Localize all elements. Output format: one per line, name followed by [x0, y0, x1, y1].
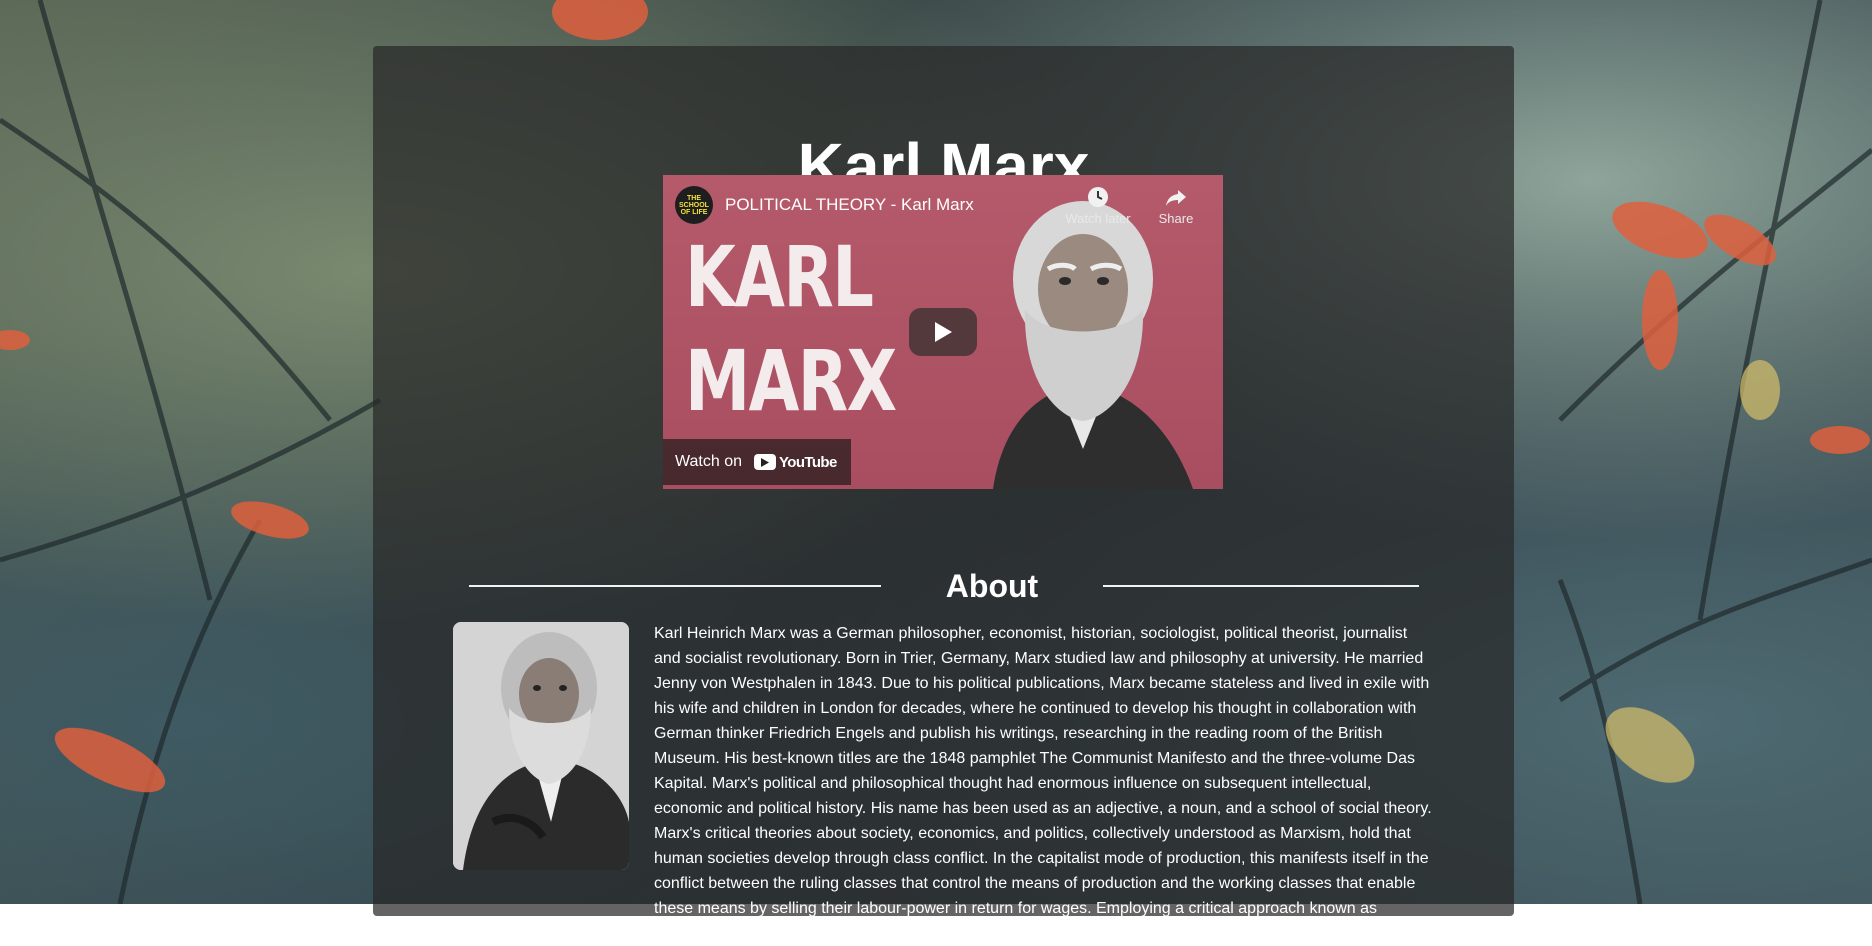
watch-later-label: Watch later	[1065, 211, 1131, 226]
play-button[interactable]	[909, 308, 977, 356]
channel-avatar[interactable]: THE SCHOOL OF LIFE	[675, 186, 713, 224]
divider-right	[1103, 585, 1419, 587]
marx-photo	[453, 622, 629, 870]
youtube-logo-text: YouTube	[779, 453, 837, 471]
play-icon	[935, 322, 952, 342]
thumbnail-text-line1: KARL	[685, 228, 874, 326]
youtube-play-icon	[754, 454, 776, 470]
marx-portrait-thumbnail	[993, 201, 1193, 489]
about-heading: About	[945, 568, 1039, 604]
content-card: Karl Marx KARL MARX THE SCHOOL OF LIFE P…	[373, 46, 1514, 942]
thumbnail-text-line2: MARX	[685, 332, 897, 430]
about-bio-text: Karl Heinrich Marx was a German philosop…	[654, 625, 1432, 942]
video-header: THE SCHOOL OF LIFE POLITICAL THEORY - Ka…	[675, 186, 974, 224]
watch-on-youtube-button[interactable]: Watch on YouTube	[663, 439, 851, 485]
divider-left	[469, 585, 881, 587]
youtube-logo: YouTube	[754, 454, 837, 471]
share-icon	[1166, 190, 1186, 206]
youtube-video-embed[interactable]: KARL MARX THE SCHOOL OF LIFE POLITICAL T…	[663, 175, 1223, 489]
watch-later-button[interactable]: Watch later	[1058, 185, 1138, 226]
share-label: Share	[1158, 211, 1194, 226]
video-title[interactable]: POLITICAL THEORY - Karl Marx	[725, 195, 974, 215]
share-button[interactable]: Share	[1153, 185, 1199, 226]
clock-icon	[1088, 187, 1108, 207]
watch-on-label: Watch on	[675, 453, 742, 470]
about-section-header: About	[469, 568, 1419, 604]
